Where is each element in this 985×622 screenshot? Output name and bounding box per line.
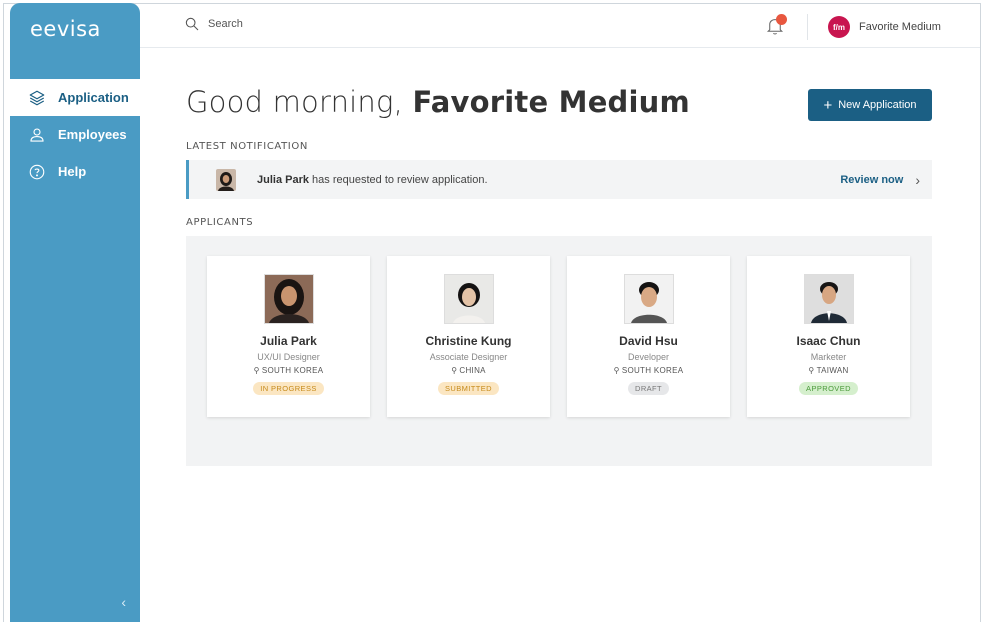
applicant-photo [263,274,314,324]
location-pin-icon: ⚲ [808,366,815,375]
plus-icon: + [823,96,833,114]
users-icon [26,126,48,144]
user-name: Favorite Medium [859,21,941,33]
sidebar-item-employees[interactable]: Employees [10,116,140,153]
search-icon [185,17,199,31]
topbar-divider [807,14,808,40]
greeting-name: Favorite Medium [412,85,690,119]
review-now-link[interactable]: Review now › [840,172,920,188]
applicant-card[interactable]: Julia Park UX/UI Designer ⚲ SOUTH KOREA I… [207,256,370,417]
notification-badge [776,14,787,25]
search-box [184,16,408,32]
applicant-card[interactable]: David Hsu Developer ⚲ SOUTH KOREA DRAFT [567,256,730,417]
new-application-button[interactable]: + New Application [808,89,932,121]
user-menu[interactable]: f/m Favorite Medium [828,16,941,38]
latest-notification-heading: LATEST NOTIFICATION [186,141,308,152]
layers-icon [26,89,48,107]
avatar [216,168,236,191]
applicant-role: Developer [627,352,670,362]
location-pin-icon: ⚲ [451,366,458,375]
location-pin-icon: ⚲ [613,366,620,375]
notifications-button[interactable] [766,14,787,38]
applicant-location-text: TAIWAN [816,366,849,375]
applicant-name: Julia Park [260,334,317,348]
brand-logo[interactable]: eevisa [10,3,140,55]
applicant-name: Christine Kung [425,334,512,348]
collapse-sidebar-button[interactable]: ‹ [121,594,126,610]
applicant-location: ⚲ CHINA [387,366,550,375]
search-input[interactable] [208,18,408,30]
notification-message: has requested to review application. [308,173,488,186]
applicant-location: ⚲ SOUTH KOREA [567,366,730,375]
sidebar: eevisa Application Employees Help ‹ [10,3,140,622]
applicants-panel: Julia Park UX/UI Designer ⚲ SOUTH KOREA I… [186,236,932,466]
applicants-heading: APPLICANTS [186,217,254,228]
notification-text: Julia Park has requested to review appli… [257,174,488,186]
help-icon [26,163,48,181]
applicant-location: ⚲ TAIWAN [747,366,910,375]
new-application-label: New Application [838,99,917,111]
status-badge: APPROVED [799,382,858,395]
applicant-location-text: SOUTH KOREA [261,366,324,375]
status-badge: DRAFT [628,382,669,395]
applicant-card[interactable]: Isaac Chun Marketer ⚲ TAIWAN APPROVED [747,256,910,417]
applicant-role: Associate Designer [429,352,508,362]
applicant-photo [803,274,854,324]
location-pin-icon: ⚲ [253,366,260,375]
review-now-label: Review now [840,174,904,186]
status-badge: IN PROGRESS [253,382,324,395]
sidebar-nav: Application Employees Help [10,79,140,190]
status-badge: SUBMITTED [438,382,499,395]
applicant-photo [443,274,494,324]
sidebar-item-help[interactable]: Help [10,153,140,190]
applicant-role: Marketer [810,352,847,362]
sidebar-item-label: Employees [58,127,127,142]
applicant-photo [623,274,674,324]
avatar: f/m [828,16,850,38]
sidebar-item-label: Help [58,164,87,179]
latest-notification: Julia Park has requested to review appli… [186,160,932,199]
applicant-name: Isaac Chun [796,334,861,348]
applicant-location: ⚲ SOUTH KOREA [207,366,370,375]
applicant-location-text: SOUTH KOREA [621,366,684,375]
notification-actor: Julia Park [257,173,309,186]
page-title: Good morning, Favorite Medium [186,85,690,119]
chevron-right-icon: › [915,172,920,188]
greeting-prefix: Good morning, [186,85,413,119]
sidebar-item-label: Application [58,90,129,105]
applicant-role: UX/UI Designer [257,352,320,362]
applicant-location-text: CHINA [459,366,486,375]
top-bar: f/m Favorite Medium [140,4,980,48]
applicant-card[interactable]: Christine Kung Associate Designer ⚲ CHINA… [387,256,550,417]
sidebar-item-application[interactable]: Application [10,79,140,116]
applicant-name: David Hsu [619,334,678,348]
